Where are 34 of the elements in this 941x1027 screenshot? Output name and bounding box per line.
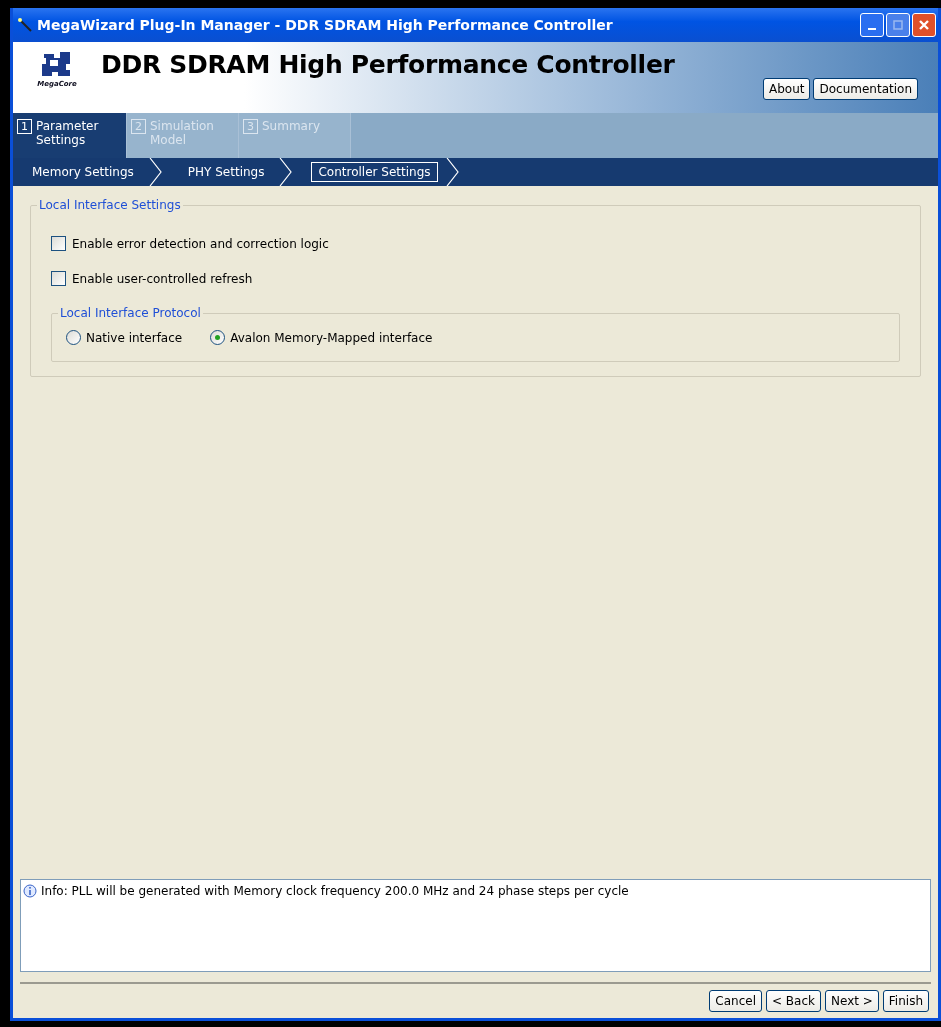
- radio-button[interactable]: [210, 330, 226, 345]
- maximize-icon: [893, 20, 903, 30]
- header-button[interactable]: About: [763, 78, 811, 100]
- chevron-icon: [279, 158, 294, 186]
- radio-option[interactable]: Native interface: [66, 330, 183, 345]
- breadcrumb-item[interactable]: PHY Settings: [180, 162, 272, 182]
- breadcrumb-item[interactable]: Controller Settings: [311, 162, 438, 182]
- footer-button[interactable]: Finish: [882, 990, 929, 1012]
- header-button[interactable]: Documentation: [813, 78, 918, 100]
- checkbox-option[interactable]: Enable user-controlled refresh: [51, 271, 900, 286]
- footer-button[interactable]: < Back: [766, 990, 821, 1012]
- minimize-button[interactable]: [860, 13, 884, 37]
- step-tab[interactable]: 1 Parameter Settings: [13, 113, 127, 158]
- radio-button[interactable]: [66, 330, 81, 345]
- checkbox[interactable]: [51, 236, 66, 251]
- maximize-button[interactable]: [886, 13, 910, 37]
- wand-icon: [17, 17, 33, 33]
- chevron-icon: [148, 158, 163, 186]
- group-title: Local Interface Settings: [38, 198, 182, 212]
- footer-button[interactable]: Next >: [825, 990, 879, 1012]
- checkbox[interactable]: [51, 271, 66, 286]
- window-title: MegaWizard Plug-In Manager - DDR SDRAM High Performance Controller: [37, 17, 614, 33]
- footer-button[interactable]: Cancel: [709, 990, 762, 1012]
- minimize-icon: [868, 28, 876, 30]
- radio-option[interactable]: Avalon Memory-Mapped interface: [210, 330, 433, 345]
- page-heading: DDR SDRAM High Performance Controller: [101, 49, 676, 79]
- group-title: Local Interface Protocol: [59, 306, 202, 320]
- info-icon: [23, 884, 37, 898]
- close-button[interactable]: [912, 13, 936, 37]
- chevron-icon: [445, 158, 460, 186]
- breadcrumb-item[interactable]: Memory Settings: [25, 162, 141, 182]
- message-text: Info: PLL will be generated with Memory clock frequency 200.0 MHz and 24 phase steps per cycle: [41, 884, 629, 898]
- close-icon: [918, 19, 930, 31]
- checkbox-option[interactable]: Enable error detection and correction logic: [51, 236, 900, 251]
